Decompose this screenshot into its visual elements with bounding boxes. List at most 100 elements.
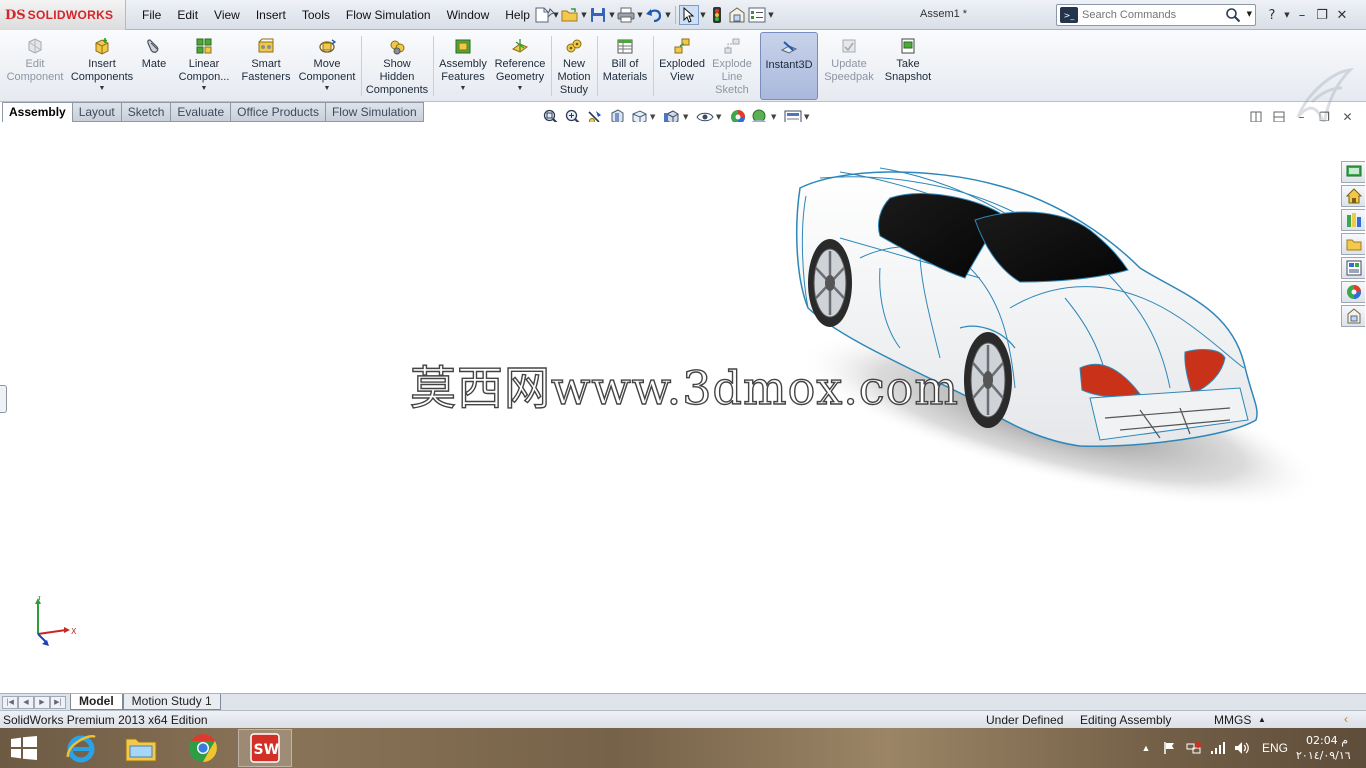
- minimize-icon[interactable]: –: [1292, 6, 1312, 24]
- input-language[interactable]: ENG: [1262, 741, 1288, 755]
- move-component-button[interactable]: Move Component ▼: [296, 32, 358, 100]
- assembly-features-button[interactable]: Assembly Features ▼: [436, 32, 490, 100]
- windows-start-icon[interactable]: [10, 736, 38, 760]
- reference-triad-icon[interactable]: Y X: [28, 596, 78, 650]
- volume-icon[interactable]: [1230, 740, 1254, 756]
- print-icon[interactable]: [616, 5, 636, 25]
- new-document-icon[interactable]: [532, 5, 552, 25]
- select-dropdown-icon[interactable]: ▼: [699, 11, 707, 19]
- update-speedpak-button[interactable]: Update Speedpak: [822, 32, 876, 100]
- reference-geometry-button[interactable]: Reference Geometry ▼: [492, 32, 548, 100]
- file-explorer-icon[interactable]: [1341, 233, 1365, 255]
- bill-of-materials-button[interactable]: Bill of Materials: [600, 32, 650, 100]
- show-hidden-components-button[interactable]: Show Hidden Components: [364, 32, 430, 100]
- view-palette-icon[interactable]: [1341, 257, 1365, 279]
- menu-file[interactable]: File: [134, 8, 169, 22]
- design-library-icon[interactable]: [1341, 209, 1365, 231]
- logo-mark: DS: [5, 7, 26, 23]
- menu-flow-simulation[interactable]: Flow Simulation: [338, 8, 439, 22]
- car-model[interactable]: [760, 158, 1320, 503]
- previous-tab-icon[interactable]: ◀: [18, 695, 34, 709]
- solidworks-logo[interactable]: DS SOLIDWORKS: [0, 0, 126, 30]
- explode-line-sketch-button[interactable]: Explode Line Sketch: [710, 32, 754, 100]
- snapshot-icon: [898, 36, 918, 56]
- mate-button[interactable]: Mate: [138, 32, 170, 100]
- search-icon[interactable]: [1225, 7, 1241, 26]
- internet-explorer-icon[interactable]: [54, 729, 108, 767]
- save-icon[interactable]: [588, 5, 608, 25]
- custom-properties-icon[interactable]: [1341, 305, 1365, 327]
- insert-components-dropdown-icon[interactable]: ▼: [99, 85, 106, 93]
- file-properties-icon[interactable]: [727, 5, 747, 25]
- view-settings-dropdown-icon[interactable]: ▼: [804, 113, 811, 121]
- edit-component-button[interactable]: Edit Component: [4, 32, 66, 100]
- tab-assembly[interactable]: Assembly: [2, 102, 73, 124]
- tab-model[interactable]: Model: [70, 694, 123, 710]
- status-units[interactable]: MMGS: [1214, 713, 1251, 727]
- help-icon[interactable]: ?: [1262, 6, 1282, 24]
- undo-icon[interactable]: [644, 5, 664, 25]
- edit-component-icon: [25, 36, 45, 56]
- exploded-view-button[interactable]: Exploded View: [656, 32, 708, 100]
- select-cursor-icon[interactable]: [679, 5, 699, 25]
- assembly-features-icon: [453, 36, 473, 56]
- tab-motion-study-1[interactable]: Motion Study 1: [122, 694, 221, 710]
- save-dropdown-icon[interactable]: ▼: [608, 11, 616, 19]
- new-dropdown-icon[interactable]: ▼: [552, 11, 560, 19]
- tab-office-products[interactable]: Office Products: [231, 102, 326, 122]
- assembly-features-dropdown-icon[interactable]: ▼: [460, 85, 467, 93]
- apply-scene-dropdown-icon[interactable]: ▼: [771, 113, 778, 121]
- options-icon[interactable]: [747, 5, 767, 25]
- last-tab-icon[interactable]: ▶|: [50, 695, 66, 709]
- instant3d-button[interactable]: Instant3D: [760, 32, 818, 100]
- open-folder-icon[interactable]: [560, 5, 580, 25]
- chrome-icon[interactable]: [176, 729, 230, 767]
- rebuild-traffic-light-icon[interactable]: [707, 5, 727, 25]
- new-motion-study-button[interactable]: New Motion Study: [554, 32, 594, 100]
- menu-view[interactable]: View: [206, 8, 248, 22]
- appearances-scenes-icon[interactable]: [1341, 281, 1365, 303]
- take-snapshot-button[interactable]: Take Snapshot: [880, 32, 936, 100]
- undo-dropdown-icon[interactable]: ▼: [664, 11, 672, 19]
- linear-pattern-dropdown-icon[interactable]: ▼: [201, 85, 208, 93]
- action-center-flag-icon[interactable]: [1158, 740, 1182, 756]
- print-dropdown-icon[interactable]: ▼: [636, 11, 644, 19]
- tab-sketch[interactable]: Sketch: [121, 102, 172, 122]
- home-icon[interactable]: [1341, 185, 1365, 207]
- solidworks-taskbar-icon[interactable]: SW: [238, 729, 292, 767]
- taskbar-clock[interactable]: 02:04 م ٢٠١٤/٠٩/١٦: [1296, 733, 1351, 763]
- tab-flow-simulation[interactable]: Flow Simulation: [325, 102, 424, 122]
- document-title: Assem1 *: [920, 8, 968, 20]
- display-style-dropdown-icon[interactable]: ▼: [683, 113, 690, 121]
- search-dropdown-icon[interactable]: ▼: [1247, 10, 1252, 18]
- file-explorer-taskbar-icon[interactable]: [114, 729, 168, 767]
- open-dropdown-icon[interactable]: ▼: [580, 11, 588, 19]
- menu-edit[interactable]: Edit: [169, 8, 206, 22]
- tab-evaluate[interactable]: Evaluate: [171, 102, 232, 122]
- linear-pattern-button[interactable]: Linear Compon... ▼: [174, 32, 234, 100]
- close-icon[interactable]: ✕: [1332, 6, 1352, 24]
- menu-tools[interactable]: Tools: [294, 8, 338, 22]
- next-tab-icon[interactable]: ▶: [34, 695, 50, 709]
- tab-layout[interactable]: Layout: [72, 102, 122, 122]
- move-component-dropdown-icon[interactable]: ▼: [324, 85, 331, 93]
- options-dropdown-icon[interactable]: ▼: [767, 11, 775, 19]
- insert-components-button[interactable]: Insert Components ▼: [70, 32, 134, 100]
- restore-icon[interactable]: ❐: [1312, 6, 1332, 24]
- view-orientation-dropdown-icon[interactable]: ▼: [650, 113, 657, 121]
- first-tab-icon[interactable]: |◀: [2, 695, 18, 709]
- reference-geometry-dropdown-icon[interactable]: ▼: [517, 85, 524, 93]
- feature-manager-collapse-handle[interactable]: [0, 385, 7, 413]
- network-error-icon[interactable]: [1182, 740, 1206, 756]
- hide-show-dropdown-icon[interactable]: ▼: [716, 113, 723, 121]
- menu-insert[interactable]: Insert: [248, 8, 294, 22]
- search-input[interactable]: [1082, 9, 1222, 21]
- smart-fasteners-button[interactable]: Smart Fasteners: [238, 32, 294, 100]
- signal-strength-icon[interactable]: [1206, 740, 1230, 756]
- menu-window[interactable]: Window: [439, 8, 498, 22]
- help-dropdown-icon[interactable]: ▼: [1282, 6, 1292, 24]
- solidworks-resources-icon[interactable]: [1341, 161, 1365, 183]
- show-hidden-icons-icon[interactable]: ▲: [1134, 740, 1158, 756]
- status-collapse-icon[interactable]: ‹: [1344, 712, 1348, 726]
- units-menu-arrow-icon[interactable]: ▲: [1258, 715, 1266, 724]
